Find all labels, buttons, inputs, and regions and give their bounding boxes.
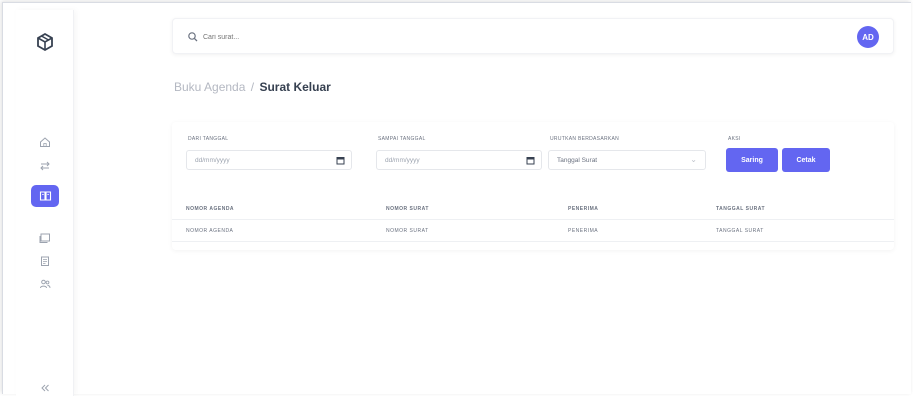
agenda-table: NOMOR AGENDA NOMOR SURAT PENERIMA TANGGA… (172, 198, 894, 242)
users-icon[interactable] (35, 274, 55, 294)
to-date-label: SAMPAI TANGGAL (378, 136, 426, 142)
breadcrumb-separator: / (250, 80, 255, 94)
avatar[interactable]: AD (857, 26, 879, 48)
from-date-placeholder: dd/mm/yyyy (195, 156, 230, 164)
to-date-placeholder: dd/mm/yyyy (385, 156, 420, 164)
table-header-row: NOMOR AGENDA NOMOR SURAT PENERIMA TANGGA… (172, 198, 894, 220)
search-input[interactable] (203, 28, 403, 46)
from-date-field[interactable]: dd/mm/yyyy (186, 150, 352, 170)
top-bar: AD (172, 18, 894, 54)
breadcrumb: Buku Agenda / Surat Keluar (174, 80, 331, 94)
table-row: NOMOR AGENDA NOMOR SURAT PENERIMA TANGGA… (172, 220, 894, 242)
sort-by-label: URUTKAN BERDASARKAN (550, 136, 620, 142)
column-header[interactable]: TANGGAL SURAT (716, 206, 765, 212)
table-cell: NOMOR AGENDA (186, 228, 234, 234)
document-icon[interactable] (35, 251, 55, 271)
filter-button[interactable]: Saring (726, 148, 778, 172)
home-icon[interactable] (35, 132, 55, 152)
table-cell: PENERIMA (568, 228, 599, 234)
swap-arrows-icon[interactable] (35, 156, 55, 176)
double-chevron-left-icon[interactable] (35, 378, 55, 396)
sidebar (16, 10, 74, 396)
to-date-field[interactable]: dd/mm/yyyy (376, 150, 542, 170)
breadcrumb-parent[interactable]: Buku Agenda (174, 80, 245, 94)
print-button[interactable]: Cetak (782, 148, 830, 172)
table-cell: TANGGAL SURAT (716, 228, 764, 234)
sort-by-select[interactable]: Tanggal Surat ⌄ (548, 150, 706, 170)
column-header[interactable]: PENERIMA (568, 206, 598, 212)
calendar-icon[interactable] (336, 156, 345, 165)
column-header[interactable]: NOMOR AGENDA (186, 206, 234, 212)
from-date-label: DARI TANGGAL (188, 136, 229, 142)
app-logo-icon[interactable] (35, 32, 55, 54)
sort-by-value: Tanggal Surat (557, 156, 598, 164)
column-header[interactable]: NOMOR SURAT (386, 206, 429, 212)
calendar-icon[interactable] (526, 156, 535, 165)
search-icon (187, 30, 199, 42)
inbox-icon[interactable] (35, 228, 55, 248)
table-cell: NOMOR SURAT (386, 228, 429, 234)
page-title: Surat Keluar (259, 80, 331, 94)
book-icon[interactable] (31, 185, 59, 207)
actions-label: AKSI (728, 136, 741, 142)
agenda-card: DARI TANGGAL dd/mm/yyyy SAMPAI TANGGAL d… (172, 122, 894, 250)
chevron-down-icon: ⌄ (690, 155, 697, 164)
